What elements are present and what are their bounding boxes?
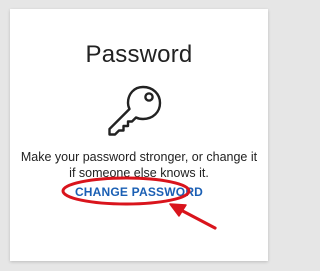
card-title: Password: [85, 41, 193, 68]
change-password-link[interactable]: CHANGE PASSWORD: [10, 185, 268, 199]
card-description: Make your password stronger, or change i…: [20, 150, 258, 180]
password-card: Password Make your password stronger, or…: [10, 9, 268, 261]
key-icon: [108, 85, 162, 136]
